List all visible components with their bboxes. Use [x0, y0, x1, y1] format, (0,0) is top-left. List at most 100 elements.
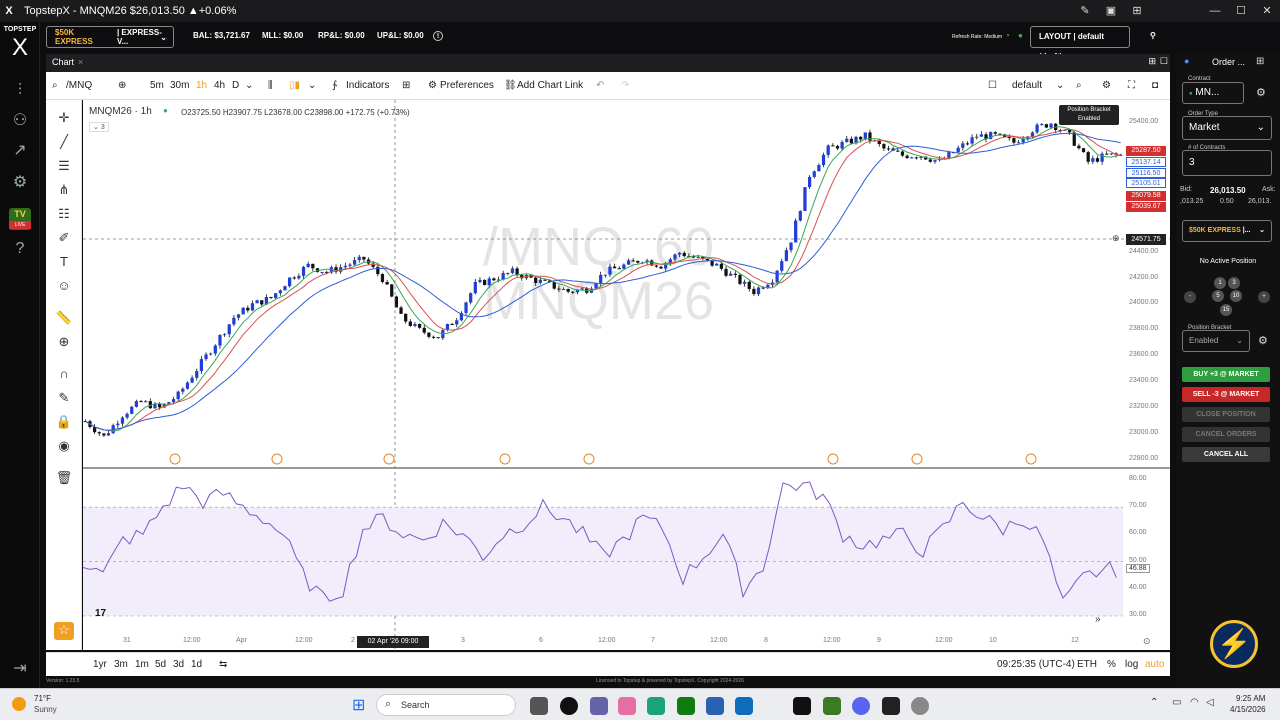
preferences-button[interactable]: Preferences: [440, 80, 494, 91]
bar-style-icon[interactable]: ⫼: [268, 80, 273, 91]
qty-plus-button[interactable]: +: [1258, 291, 1270, 303]
add-symbol-icon[interactable]: ⊕: [118, 80, 126, 91]
percent-toggle[interactable]: %: [1107, 659, 1116, 670]
redo-icon[interactable]: ↷: [621, 80, 629, 91]
cursor-icon[interactable]: ✛: [54, 110, 74, 128]
bracket-settings-icon[interactable]: ⚙: [1258, 334, 1268, 347]
symbol-search[interactable]: /MNQ: [66, 80, 92, 91]
range-1m[interactable]: 1m: [135, 659, 149, 670]
network-icon[interactable]: ▭: [1172, 697, 1181, 708]
tab-close-icon[interactable]: ×: [78, 57, 83, 67]
outlook-icon[interactable]: [735, 697, 753, 715]
trend-icon[interactable]: ↗: [9, 140, 31, 162]
link-icon[interactable]: ⛓: [504, 80, 517, 91]
settings-icon[interactable]: ⚙: [9, 172, 31, 194]
minecraft-icon[interactable]: [823, 697, 841, 715]
eye-icon[interactable]: ◉: [54, 438, 74, 456]
crosshair-add-icon[interactable]: ⊕: [1112, 233, 1120, 244]
qty-button-3[interactable]: 3: [1228, 277, 1240, 289]
emoji-icon[interactable]: ☺: [54, 278, 74, 296]
interval-1h[interactable]: 1h: [196, 80, 207, 91]
qty-button-5[interactable]: 5: [1212, 290, 1224, 302]
range-3d[interactable]: 3d: [173, 659, 184, 670]
grid-icon[interactable]: ⊞: [1124, 0, 1150, 22]
minimize-button[interactable]: —: [1202, 0, 1228, 22]
help-icon[interactable]: ?: [9, 238, 31, 260]
start-icon[interactable]: ⊞: [352, 695, 365, 715]
community-icon[interactable]: ⚇: [9, 110, 31, 132]
refresh-rate[interactable]: Refresh Rate: Medium: [952, 34, 1002, 40]
reset-scale-icon[interactable]: ⊙: [1143, 636, 1151, 647]
indicators-icon[interactable]: ∱: [332, 80, 337, 91]
chevron-down-icon[interactable]: ⌄: [308, 80, 316, 91]
tab-chart[interactable]: Chart: [52, 57, 74, 67]
contracts-input[interactable]: 3: [1182, 150, 1272, 176]
interval-5m[interactable]: 5m: [150, 80, 164, 91]
tradingview-icon[interactable]: [793, 697, 811, 715]
contract-selector[interactable]: ● MN...: [1182, 82, 1244, 104]
text-icon[interactable]: T: [54, 254, 74, 272]
copilot-icon[interactable]: [618, 697, 636, 715]
zoom-in-icon[interactable]: ⊕: [54, 334, 74, 352]
undo-icon[interactable]: ↶: [596, 80, 604, 91]
cancel-all-button[interactable]: CANCEL ALL: [1182, 447, 1270, 462]
add-panel-icon[interactable]: ⊞: [1148, 56, 1156, 67]
lightning-icon[interactable]: ⚡: [1210, 620, 1258, 668]
close-position-button[interactable]: CLOSE POSITION: [1182, 407, 1270, 422]
order-type-select[interactable]: Market ⌄: [1182, 116, 1272, 140]
lock-icon[interactable]: 🔒: [54, 414, 74, 432]
info-icon[interactable]: !: [433, 31, 443, 41]
layout-name[interactable]: default: [1012, 80, 1042, 91]
contract-settings-icon[interactable]: ⚙: [1256, 86, 1266, 99]
magnet-icon[interactable]: ∩: [54, 366, 74, 384]
popout-icon[interactable]: ☐: [1160, 56, 1168, 67]
brush-icon[interactable]: ✐: [54, 230, 74, 248]
add-chart-link-button[interactable]: Add Chart Link: [517, 80, 583, 91]
add-panel-icon[interactable]: ⊞: [1256, 56, 1264, 67]
panel-icon[interactable]: ▣: [1098, 0, 1124, 22]
layout-selector[interactable]: LAYOUT | default (draft) ⌄: [1030, 26, 1130, 61]
templates-icon[interactable]: ⊞: [402, 80, 410, 91]
taskbar-time[interactable]: 9:25 AM: [1236, 694, 1265, 703]
cancel-orders-button[interactable]: CANCEL ORDERS: [1182, 427, 1270, 442]
interval-d[interactable]: D: [232, 80, 239, 91]
xbox-icon[interactable]: [677, 697, 695, 715]
preferences-icon[interactable]: ⚙: [428, 80, 437, 91]
weather-icon[interactable]: [12, 697, 26, 711]
date-range-icon[interactable]: ⇆: [219, 659, 227, 670]
search-box[interactable]: ⌕ Search: [376, 694, 516, 716]
ruler-icon[interactable]: 📏: [54, 310, 74, 328]
clock-time[interactable]: 09:25:35 (UTC-4): [997, 659, 1075, 670]
layout-box-icon[interactable]: ☐: [988, 80, 997, 91]
chrome-icon[interactable]: [911, 697, 929, 715]
trendline-icon[interactable]: ╱: [54, 134, 74, 152]
candle-style-icon[interactable]: ▯▮: [289, 80, 300, 91]
tv-live-badge[interactable]: TV LIVE: [9, 208, 31, 230]
topstepx-icon[interactable]: [882, 697, 900, 715]
log-toggle[interactable]: log: [1125, 659, 1138, 670]
teams-icon[interactable]: [590, 697, 608, 715]
taskbar-date[interactable]: 4/15/2026: [1230, 705, 1266, 714]
calculator-icon[interactable]: [706, 697, 724, 715]
chevron-down-icon[interactable]: ⌄: [1056, 80, 1064, 91]
range-1yr[interactable]: 1yr: [93, 659, 107, 670]
qty-button-10[interactable]: 10: [1230, 290, 1242, 302]
bracket-select[interactable]: Enabled ⌄: [1182, 330, 1250, 352]
auto-toggle[interactable]: auto: [1145, 659, 1164, 670]
qty-button-1[interactable]: 1: [1214, 277, 1226, 289]
rocket-icon[interactable]: ⚲: [1150, 31, 1156, 40]
camera-icon[interactable]: ◘: [1152, 80, 1158, 91]
chart-settings-icon[interactable]: ⚙: [1102, 80, 1111, 91]
wifi-icon[interactable]: ◠: [1190, 697, 1199, 708]
trash-icon[interactable]: 🗑: [54, 470, 74, 488]
fib-icon[interactable]: ☷: [54, 206, 74, 224]
session-toggle[interactable]: ETH: [1077, 659, 1097, 670]
logout-icon[interactable]: ⇥: [9, 658, 31, 680]
qty-button-15[interactable]: 15: [1220, 304, 1232, 316]
qty-minus-button[interactable]: -: [1184, 291, 1196, 303]
chevron-down-icon[interactable]: ⌄: [245, 80, 253, 91]
taskview-icon[interactable]: [530, 697, 548, 715]
horizontal-lines-icon[interactable]: ☰: [54, 158, 74, 176]
search-icon[interactable]: ⌕: [52, 80, 58, 91]
buy-market-button[interactable]: BUY +3 @ MARKET: [1182, 367, 1270, 382]
